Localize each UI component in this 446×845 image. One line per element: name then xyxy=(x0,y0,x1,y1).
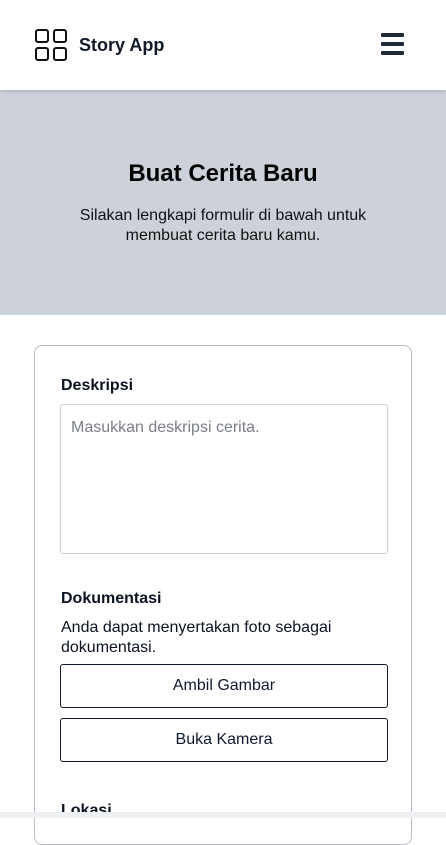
hero-section: Buat Cerita Baru Silakan lengkapi formul… xyxy=(0,90,446,315)
brand-link[interactable]: Story App xyxy=(35,29,164,61)
app-header: Story App xyxy=(0,0,446,90)
documentation-label: Dokumentasi xyxy=(61,590,162,607)
description-label: Deskripsi xyxy=(61,377,134,394)
grid-icon xyxy=(35,29,67,61)
page-title: Buat Cerita Baru xyxy=(128,160,318,187)
app-name: Story App xyxy=(79,34,165,55)
take-picture-button[interactable]: Ambil Gambar xyxy=(60,664,388,708)
hamburger-menu-icon[interactable] xyxy=(380,31,406,57)
open-camera-button[interactable]: Buka Kamera xyxy=(60,718,388,762)
description-input[interactable] xyxy=(60,404,388,554)
page-subtitle: Silakan lengkapi formulir di bawah untuk… xyxy=(79,207,367,244)
documentation-help-text: Anda dapat menyertakan foto sebagai doku… xyxy=(61,619,332,656)
new-story-form: Deskripsi Dokumentasi Anda dapat menyert… xyxy=(34,345,412,845)
bottom-edge xyxy=(0,812,446,818)
